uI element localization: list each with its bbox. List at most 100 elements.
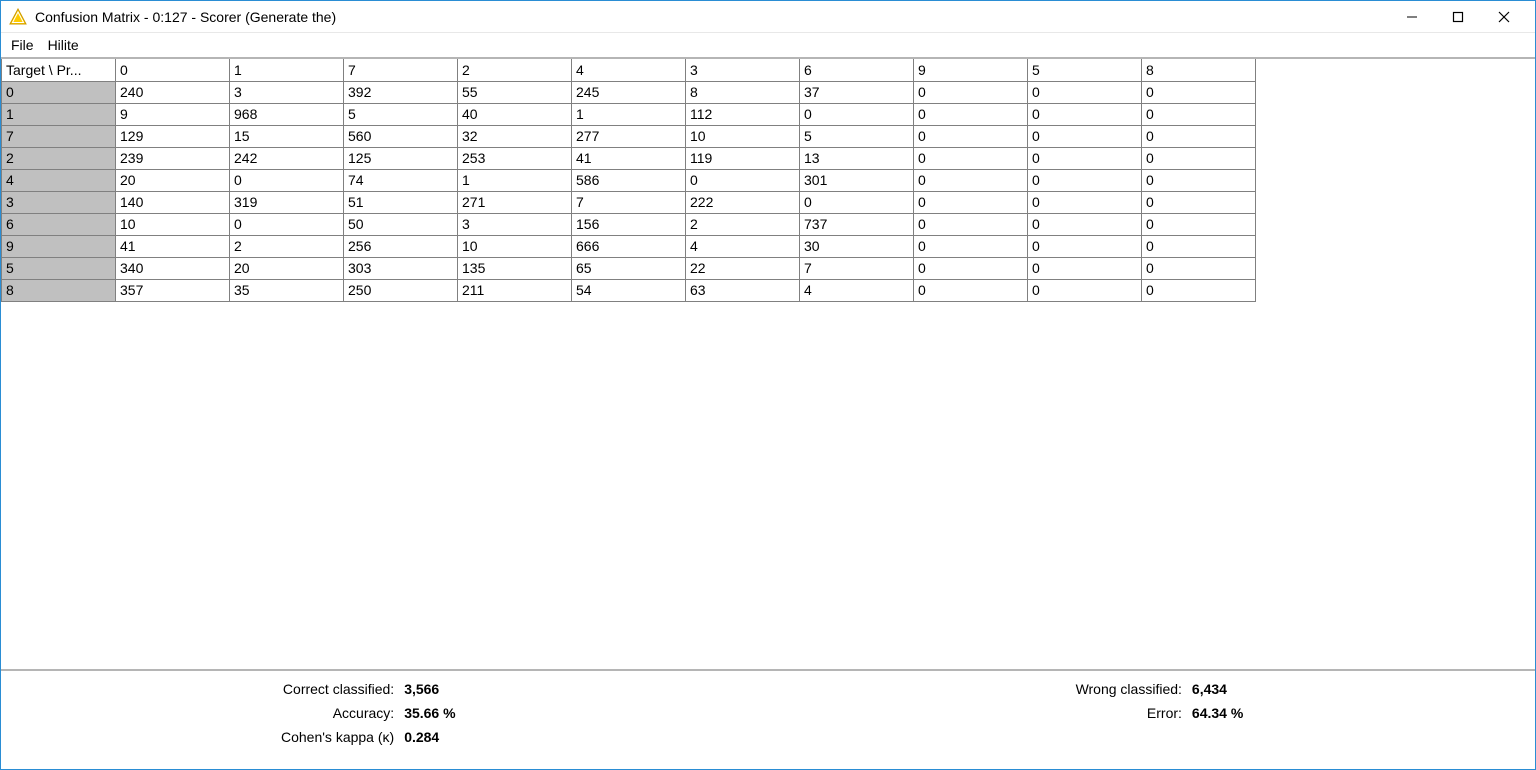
- matrix-cell[interactable]: 0: [914, 235, 1028, 257]
- matrix-cell[interactable]: 0: [1142, 81, 1256, 103]
- matrix-cell[interactable]: 22: [686, 257, 800, 279]
- matrix-cell[interactable]: 968: [230, 103, 344, 125]
- row-header[interactable]: 7: [2, 125, 116, 147]
- matrix-cell[interactable]: 129: [116, 125, 230, 147]
- row-header[interactable]: 4: [2, 169, 116, 191]
- matrix-cell[interactable]: 41: [572, 147, 686, 169]
- matrix-cell[interactable]: 37: [800, 81, 914, 103]
- matrix-cell[interactable]: 586: [572, 169, 686, 191]
- matrix-cell[interactable]: 10: [458, 235, 572, 257]
- matrix-cell[interactable]: 0: [1028, 235, 1142, 257]
- matrix-cell[interactable]: 7: [800, 257, 914, 279]
- matrix-cell[interactable]: 0: [800, 191, 914, 213]
- row-header[interactable]: 5: [2, 257, 116, 279]
- matrix-cell[interactable]: 135: [458, 257, 572, 279]
- column-header[interactable]: 8: [1142, 59, 1256, 81]
- matrix-cell[interactable]: 256: [344, 235, 458, 257]
- matrix-cell[interactable]: 0: [1142, 125, 1256, 147]
- matrix-cell[interactable]: 125: [344, 147, 458, 169]
- matrix-cell[interactable]: 9: [116, 103, 230, 125]
- matrix-cell[interactable]: 211: [458, 279, 572, 301]
- matrix-cell[interactable]: 0: [1028, 125, 1142, 147]
- matrix-cell[interactable]: 0: [230, 213, 344, 235]
- row-header[interactable]: 9: [2, 235, 116, 257]
- matrix-cell[interactable]: 0: [1142, 257, 1256, 279]
- matrix-cell[interactable]: 50: [344, 213, 458, 235]
- matrix-cell[interactable]: 119: [686, 147, 800, 169]
- column-header[interactable]: 0: [116, 59, 230, 81]
- matrix-cell[interactable]: 15: [230, 125, 344, 147]
- matrix-cell[interactable]: 32: [458, 125, 572, 147]
- matrix-cell[interactable]: 0: [914, 147, 1028, 169]
- matrix-cell[interactable]: 560: [344, 125, 458, 147]
- column-header[interactable]: 5: [1028, 59, 1142, 81]
- matrix-cell[interactable]: 0: [914, 279, 1028, 301]
- row-header[interactable]: 0: [2, 81, 116, 103]
- matrix-cell[interactable]: 30: [800, 235, 914, 257]
- close-button[interactable]: [1481, 1, 1527, 33]
- matrix-cell[interactable]: 8: [686, 81, 800, 103]
- column-header[interactable]: 2: [458, 59, 572, 81]
- matrix-cell[interactable]: 0: [1142, 279, 1256, 301]
- matrix-cell[interactable]: 3: [230, 81, 344, 103]
- matrix-cell[interactable]: 242: [230, 147, 344, 169]
- row-header[interactable]: 1: [2, 103, 116, 125]
- matrix-cell[interactable]: 0: [1028, 103, 1142, 125]
- corner-header[interactable]: Target \ Pr...: [2, 59, 116, 81]
- matrix-cell[interactable]: 63: [686, 279, 800, 301]
- matrix-cell[interactable]: 271: [458, 191, 572, 213]
- matrix-cell[interactable]: 35: [230, 279, 344, 301]
- matrix-cell[interactable]: 253: [458, 147, 572, 169]
- matrix-cell[interactable]: 0: [914, 191, 1028, 213]
- matrix-cell[interactable]: 357: [116, 279, 230, 301]
- menu-file[interactable]: File: [11, 37, 34, 53]
- matrix-cell[interactable]: 74: [344, 169, 458, 191]
- matrix-cell[interactable]: 240: [116, 81, 230, 103]
- matrix-cell[interactable]: 54: [572, 279, 686, 301]
- matrix-cell[interactable]: 0: [1142, 191, 1256, 213]
- matrix-cell[interactable]: 0: [800, 103, 914, 125]
- matrix-cell[interactable]: 666: [572, 235, 686, 257]
- matrix-cell[interactable]: 277: [572, 125, 686, 147]
- matrix-cell[interactable]: 303: [344, 257, 458, 279]
- column-header[interactable]: 1: [230, 59, 344, 81]
- column-header[interactable]: 9: [914, 59, 1028, 81]
- matrix-cell[interactable]: 3: [458, 213, 572, 235]
- matrix-cell[interactable]: 0: [1142, 169, 1256, 191]
- matrix-cell[interactable]: 0: [914, 81, 1028, 103]
- matrix-cell[interactable]: 2: [230, 235, 344, 257]
- matrix-cell[interactable]: 245: [572, 81, 686, 103]
- matrix-cell[interactable]: 7: [572, 191, 686, 213]
- matrix-cell[interactable]: 5: [800, 125, 914, 147]
- column-header[interactable]: 7: [344, 59, 458, 81]
- matrix-cell[interactable]: 0: [1028, 279, 1142, 301]
- matrix-cell[interactable]: 20: [116, 169, 230, 191]
- matrix-cell[interactable]: 319: [230, 191, 344, 213]
- matrix-cell[interactable]: 65: [572, 257, 686, 279]
- matrix-cell[interactable]: 4: [800, 279, 914, 301]
- matrix-cell[interactable]: 41: [116, 235, 230, 257]
- matrix-cell[interactable]: 0: [1028, 191, 1142, 213]
- matrix-cell[interactable]: 0: [914, 257, 1028, 279]
- matrix-cell[interactable]: 340: [116, 257, 230, 279]
- matrix-cell[interactable]: 0: [1028, 257, 1142, 279]
- matrix-cell[interactable]: 2: [686, 213, 800, 235]
- matrix-cell[interactable]: 112: [686, 103, 800, 125]
- matrix-cell[interactable]: 51: [344, 191, 458, 213]
- matrix-cell[interactable]: 0: [1028, 147, 1142, 169]
- matrix-cell[interactable]: 0: [1142, 103, 1256, 125]
- menu-hilite[interactable]: Hilite: [48, 37, 79, 53]
- matrix-cell[interactable]: 0: [914, 169, 1028, 191]
- matrix-cell[interactable]: 737: [800, 213, 914, 235]
- matrix-cell[interactable]: 0: [1028, 81, 1142, 103]
- matrix-cell[interactable]: 13: [800, 147, 914, 169]
- matrix-cell[interactable]: 250: [344, 279, 458, 301]
- matrix-cell[interactable]: 0: [1142, 235, 1256, 257]
- matrix-cell[interactable]: 4: [686, 235, 800, 257]
- row-header[interactable]: 2: [2, 147, 116, 169]
- matrix-cell[interactable]: 0: [1142, 147, 1256, 169]
- column-header[interactable]: 4: [572, 59, 686, 81]
- matrix-cell[interactable]: 0: [1142, 213, 1256, 235]
- maximize-button[interactable]: [1435, 1, 1481, 33]
- matrix-cell[interactable]: 239: [116, 147, 230, 169]
